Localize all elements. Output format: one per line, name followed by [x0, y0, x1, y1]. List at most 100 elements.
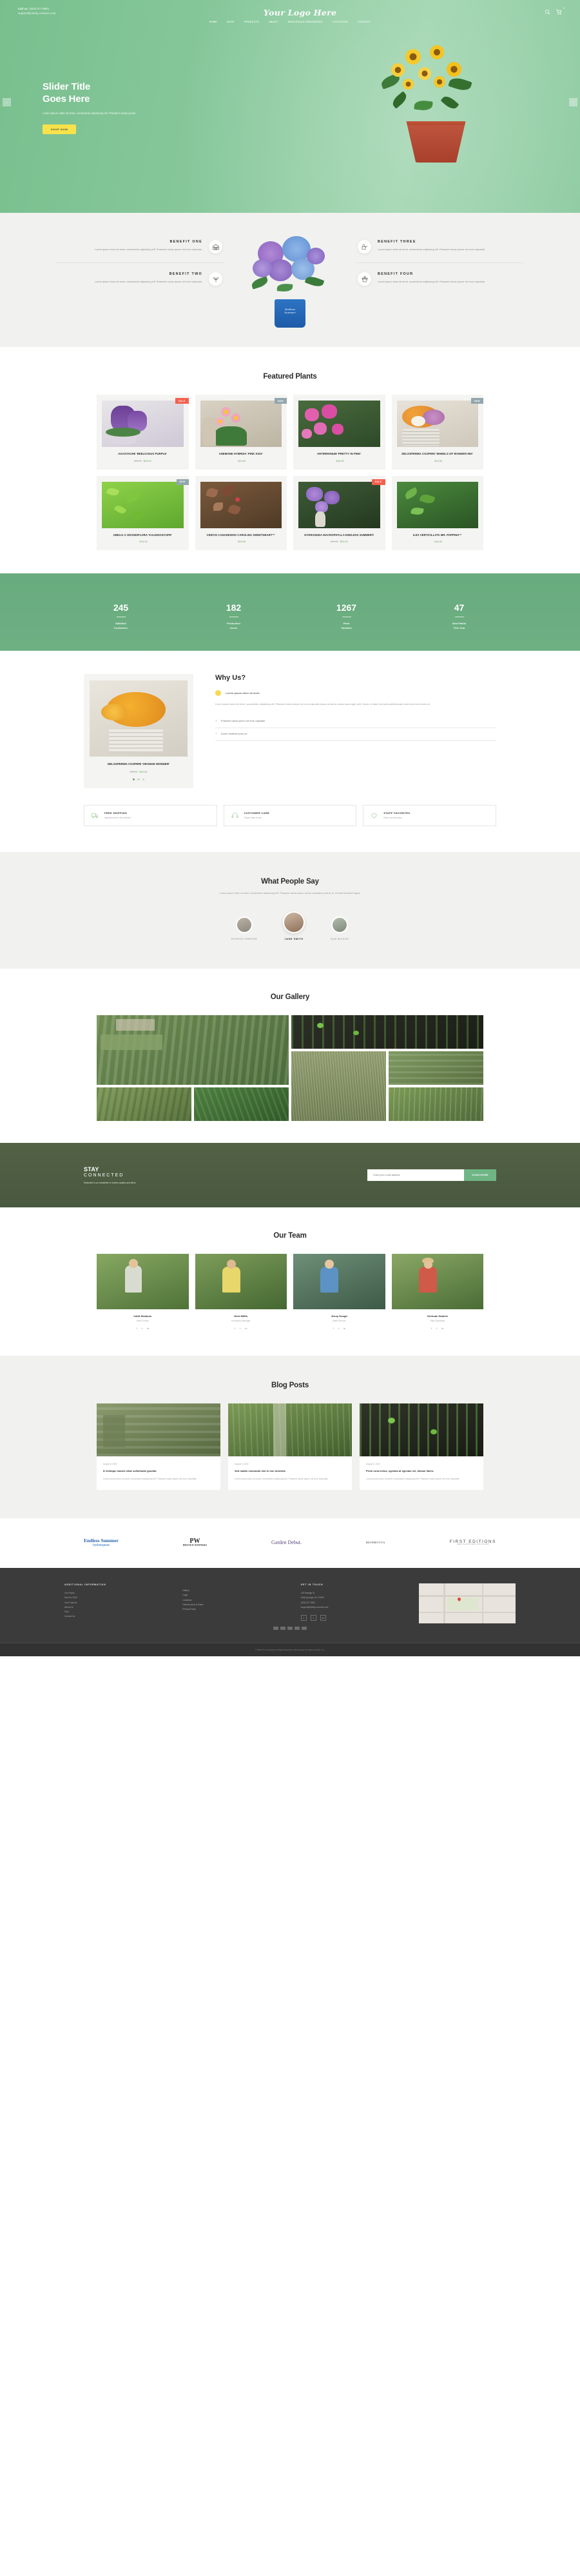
footer-link-about-us[interactable]: About Us — [64, 1605, 171, 1610]
product-card[interactable]: SALE AGASTACHE 'BEELICIOUS PURPLE' $30.0… — [97, 395, 189, 470]
brand-logo-proven-winners[interactable]: PW PROVEN WINNERS — [183, 1538, 207, 1547]
blog-post-title[interactable]: In tristique mauris vitae sollicitudin g… — [103, 1469, 214, 1473]
accordion-item-1[interactable]: + Praesent varius ipsum vel eros vulputa… — [215, 715, 496, 728]
product-card[interactable]: NEW DELOSPERMA COOPERI 'WHEELS OF WONDER… — [391, 395, 483, 470]
gallery-item-tree-rows[interactable] — [389, 1087, 483, 1122]
blog-post[interactable]: August 5, 2020 In tristique mauris vitae… — [97, 1403, 220, 1491]
footer-email[interactable]: support@clarity-connect.com — [301, 1605, 407, 1610]
footer-socials[interactable]: f t in — [300, 1615, 407, 1621]
stat-label: Production Acres — [177, 622, 290, 631]
facebook-icon[interactable]: f — [300, 1615, 307, 1621]
testimonial-person[interactable]: PATRICK SIMPSON — [231, 916, 257, 940]
feature-customer-care[interactable]: CUSTOMER CARE Proper rates in real — [223, 804, 357, 826]
team-member-socials[interactable]: f t in — [392, 1327, 484, 1330]
site-logo[interactable]: Your Logo Here — [264, 8, 336, 17]
gallery-item-shrub-field[interactable] — [194, 1087, 289, 1122]
linkedin-icon[interactable]: in — [245, 1327, 247, 1330]
testimonial-person[interactable]: SAM WILSON — [331, 916, 349, 940]
blog-post-title[interactable]: Sed mattis commodo nisl in non molestie. — [235, 1469, 345, 1473]
brand-sub: hydrangeas — [92, 1543, 110, 1548]
linkedin-icon[interactable]: in — [343, 1327, 345, 1330]
footer-link-privacy-policy[interactable]: Privacy Policy — [182, 1607, 289, 1612]
footer-link-new-for-2020[interactable]: New for 2020 — [64, 1596, 171, 1600]
search-icon[interactable] — [545, 9, 550, 15]
footer-link-login[interactable]: Login — [182, 1593, 289, 1598]
linkedin-icon[interactable]: in — [441, 1327, 443, 1330]
linkedin-icon[interactable]: in — [147, 1327, 149, 1330]
main-navigation[interactable]: HOME SHOP PRODUCTS ABOUT WHOLESALE RESOU… — [0, 17, 580, 23]
brand-logo-monrovia[interactable]: MONROVIA — [366, 1541, 385, 1544]
location-map[interactable] — [418, 1583, 516, 1624]
footer-link-contact-us[interactable]: Contact Us — [64, 1614, 171, 1619]
header-phone[interactable]: (919) 577-9901 — [30, 7, 50, 10]
blog-post-excerpt: Lorem ipsum dolor sit amet, consectetur … — [366, 1478, 460, 1481]
product-card[interactable]: ILEX VERTICILLATA MR. POPPINS™ $16.99 — [391, 475, 483, 551]
team-member-socials[interactable]: f t in — [97, 1327, 189, 1330]
testimonials-subtitle: Lorem ipsum dolor sit amet, consectetur … — [219, 891, 361, 895]
twitter-icon[interactable]: t — [338, 1327, 339, 1330]
twitter-icon[interactable]: t — [436, 1327, 437, 1330]
nav-item-shop[interactable]: SHOP — [227, 21, 235, 23]
product-card[interactable]: NEW ANEMONE HYBRIDA 'PINK KISS' $13.00 — [195, 395, 287, 470]
product-card[interactable]: ANTIRRHINUM 'PRETTY IN PINK' $16.99 — [293, 395, 385, 470]
testimonial-person[interactable]: JANE SMITH — [283, 911, 305, 940]
footer-link-delivery-area-rates[interactable]: Delivery Area & Rates — [182, 1603, 289, 1607]
footer-heading: ADDITIONAL INFORMATION — [64, 1583, 106, 1587]
nav-item-locations[interactable]: LOCATIONS — [333, 21, 348, 23]
nav-item-products[interactable]: PRODUCTS — [244, 21, 259, 23]
header-email[interactable]: support@clarity-connect.com — [18, 11, 55, 15]
nav-item-wholesale-resources[interactable]: WHOLESALE RESOURCES — [288, 21, 323, 23]
team-member-socials[interactable]: f t in — [293, 1327, 385, 1330]
carousel-dots[interactable] — [90, 778, 188, 780]
featured-plants-section: Featured Plants SALE AGASTACHE 'BEELICIO… — [0, 347, 580, 574]
team-grid: Callie Brabson Head Grower f t in Herb M… — [97, 1254, 483, 1330]
facebook-icon[interactable]: f — [431, 1327, 432, 1330]
brand-logo-garden-debut[interactable]: Garden Debut. — [271, 1540, 302, 1545]
carousel-dot-1[interactable] — [132, 778, 135, 780]
product-card[interactable]: CERCIS CANADENSIS CAROLINA SWEETHEART™ $… — [195, 475, 287, 551]
feature-free-shipping[interactable]: FREE SHIPPING Important text in this ele… — [84, 804, 217, 826]
footer-link-faq[interactable]: FAQ — [64, 1610, 171, 1614]
newsletter-email-input[interactable] — [367, 1169, 465, 1182]
carousel-dot-3[interactable] — [142, 778, 145, 780]
gallery-item-greenhouse[interactable] — [389, 1051, 483, 1085]
footer-phone[interactable]: (919) 577-9901 — [301, 1601, 407, 1605]
footer-link-gallery[interactable]: Gallery — [182, 1589, 289, 1593]
product-card[interactable]: NEW ABELIA X GRANDIFLORA 'KALEIDOSCOPE' … — [97, 475, 189, 551]
nav-item-about[interactable]: ABOUT — [269, 21, 278, 23]
nav-item-home[interactable]: HOME — [209, 21, 217, 23]
gallery-item-container-rows[interactable] — [97, 1087, 191, 1122]
team-member: Gertrude Daniels Plant Specialist f t in — [391, 1254, 484, 1330]
linkedin-icon[interactable]: in — [320, 1615, 326, 1621]
footer-link-our-products[interactable]: Our Products — [64, 1601, 171, 1605]
avatar — [235, 916, 253, 934]
blog-post-title[interactable]: Proin urna lectus, egestas at egestas ve… — [366, 1469, 477, 1473]
blog-post[interactable]: August 5, 2020 Proin urna lectus, egesta… — [360, 1403, 483, 1491]
brand-logo-first-editions[interactable]: FIRST EDITIONS NEW PLANTS NEW SOLUTIONS — [450, 1540, 496, 1546]
copyright-bar: © 2020 Your Company. All Rights Reserved… — [0, 1643, 580, 1657]
footer-link-locations[interactable]: Locations — [182, 1598, 289, 1603]
why-us-product-card[interactable]: DELOSPERMA COOPERI 'ORANGE WONDER' $30.0… — [84, 674, 193, 788]
accordion-item-2[interactable]: + Donec eleifend tortor eu — [215, 728, 496, 741]
brand-name: Endless Summer — [84, 1538, 119, 1544]
footer-link-our-plants[interactable]: Our Plants — [64, 1591, 171, 1596]
cart-icon[interactable]: 0 — [556, 7, 565, 15]
newsletter-subscribe-button[interactable]: SUBSCRIBE — [464, 1169, 496, 1182]
slider-prev-arrow[interactable]: ‹ — [3, 98, 11, 106]
product-card[interactable]: SALE HYDRANGEA MACROPHYLLA ENDLESS SUMME… — [293, 475, 385, 551]
stat-value: 1267 — [336, 602, 357, 613]
gallery-item-nursery-aerial[interactable] — [97, 1015, 289, 1085]
twitter-icon[interactable]: t — [310, 1615, 316, 1621]
gallery-item-ornamental-grass[interactable] — [291, 1051, 386, 1122]
gallery-item-seedling-tray[interactable] — [291, 1015, 483, 1049]
team-member-socials[interactable]: f t in — [195, 1327, 287, 1330]
slider-next-arrow[interactable]: › — [569, 98, 577, 106]
nav-item-contact[interactable]: CONTACT — [358, 21, 371, 23]
brand-logo-endless-summer[interactable]: Endless Summer hydrangeas — [84, 1538, 119, 1547]
feature-staff-favorites[interactable]: STAFF FAVORITES Read our best picks — [363, 804, 496, 826]
blog-post[interactable]: August 5, 2020 Sed mattis commodo nisl i… — [228, 1403, 352, 1491]
carousel-dot-2[interactable] — [137, 778, 140, 780]
shop-now-button[interactable]: SHOP NOW — [43, 124, 77, 135]
facebook-icon[interactable]: f — [333, 1327, 334, 1330]
gallery-grid — [97, 1015, 483, 1122]
